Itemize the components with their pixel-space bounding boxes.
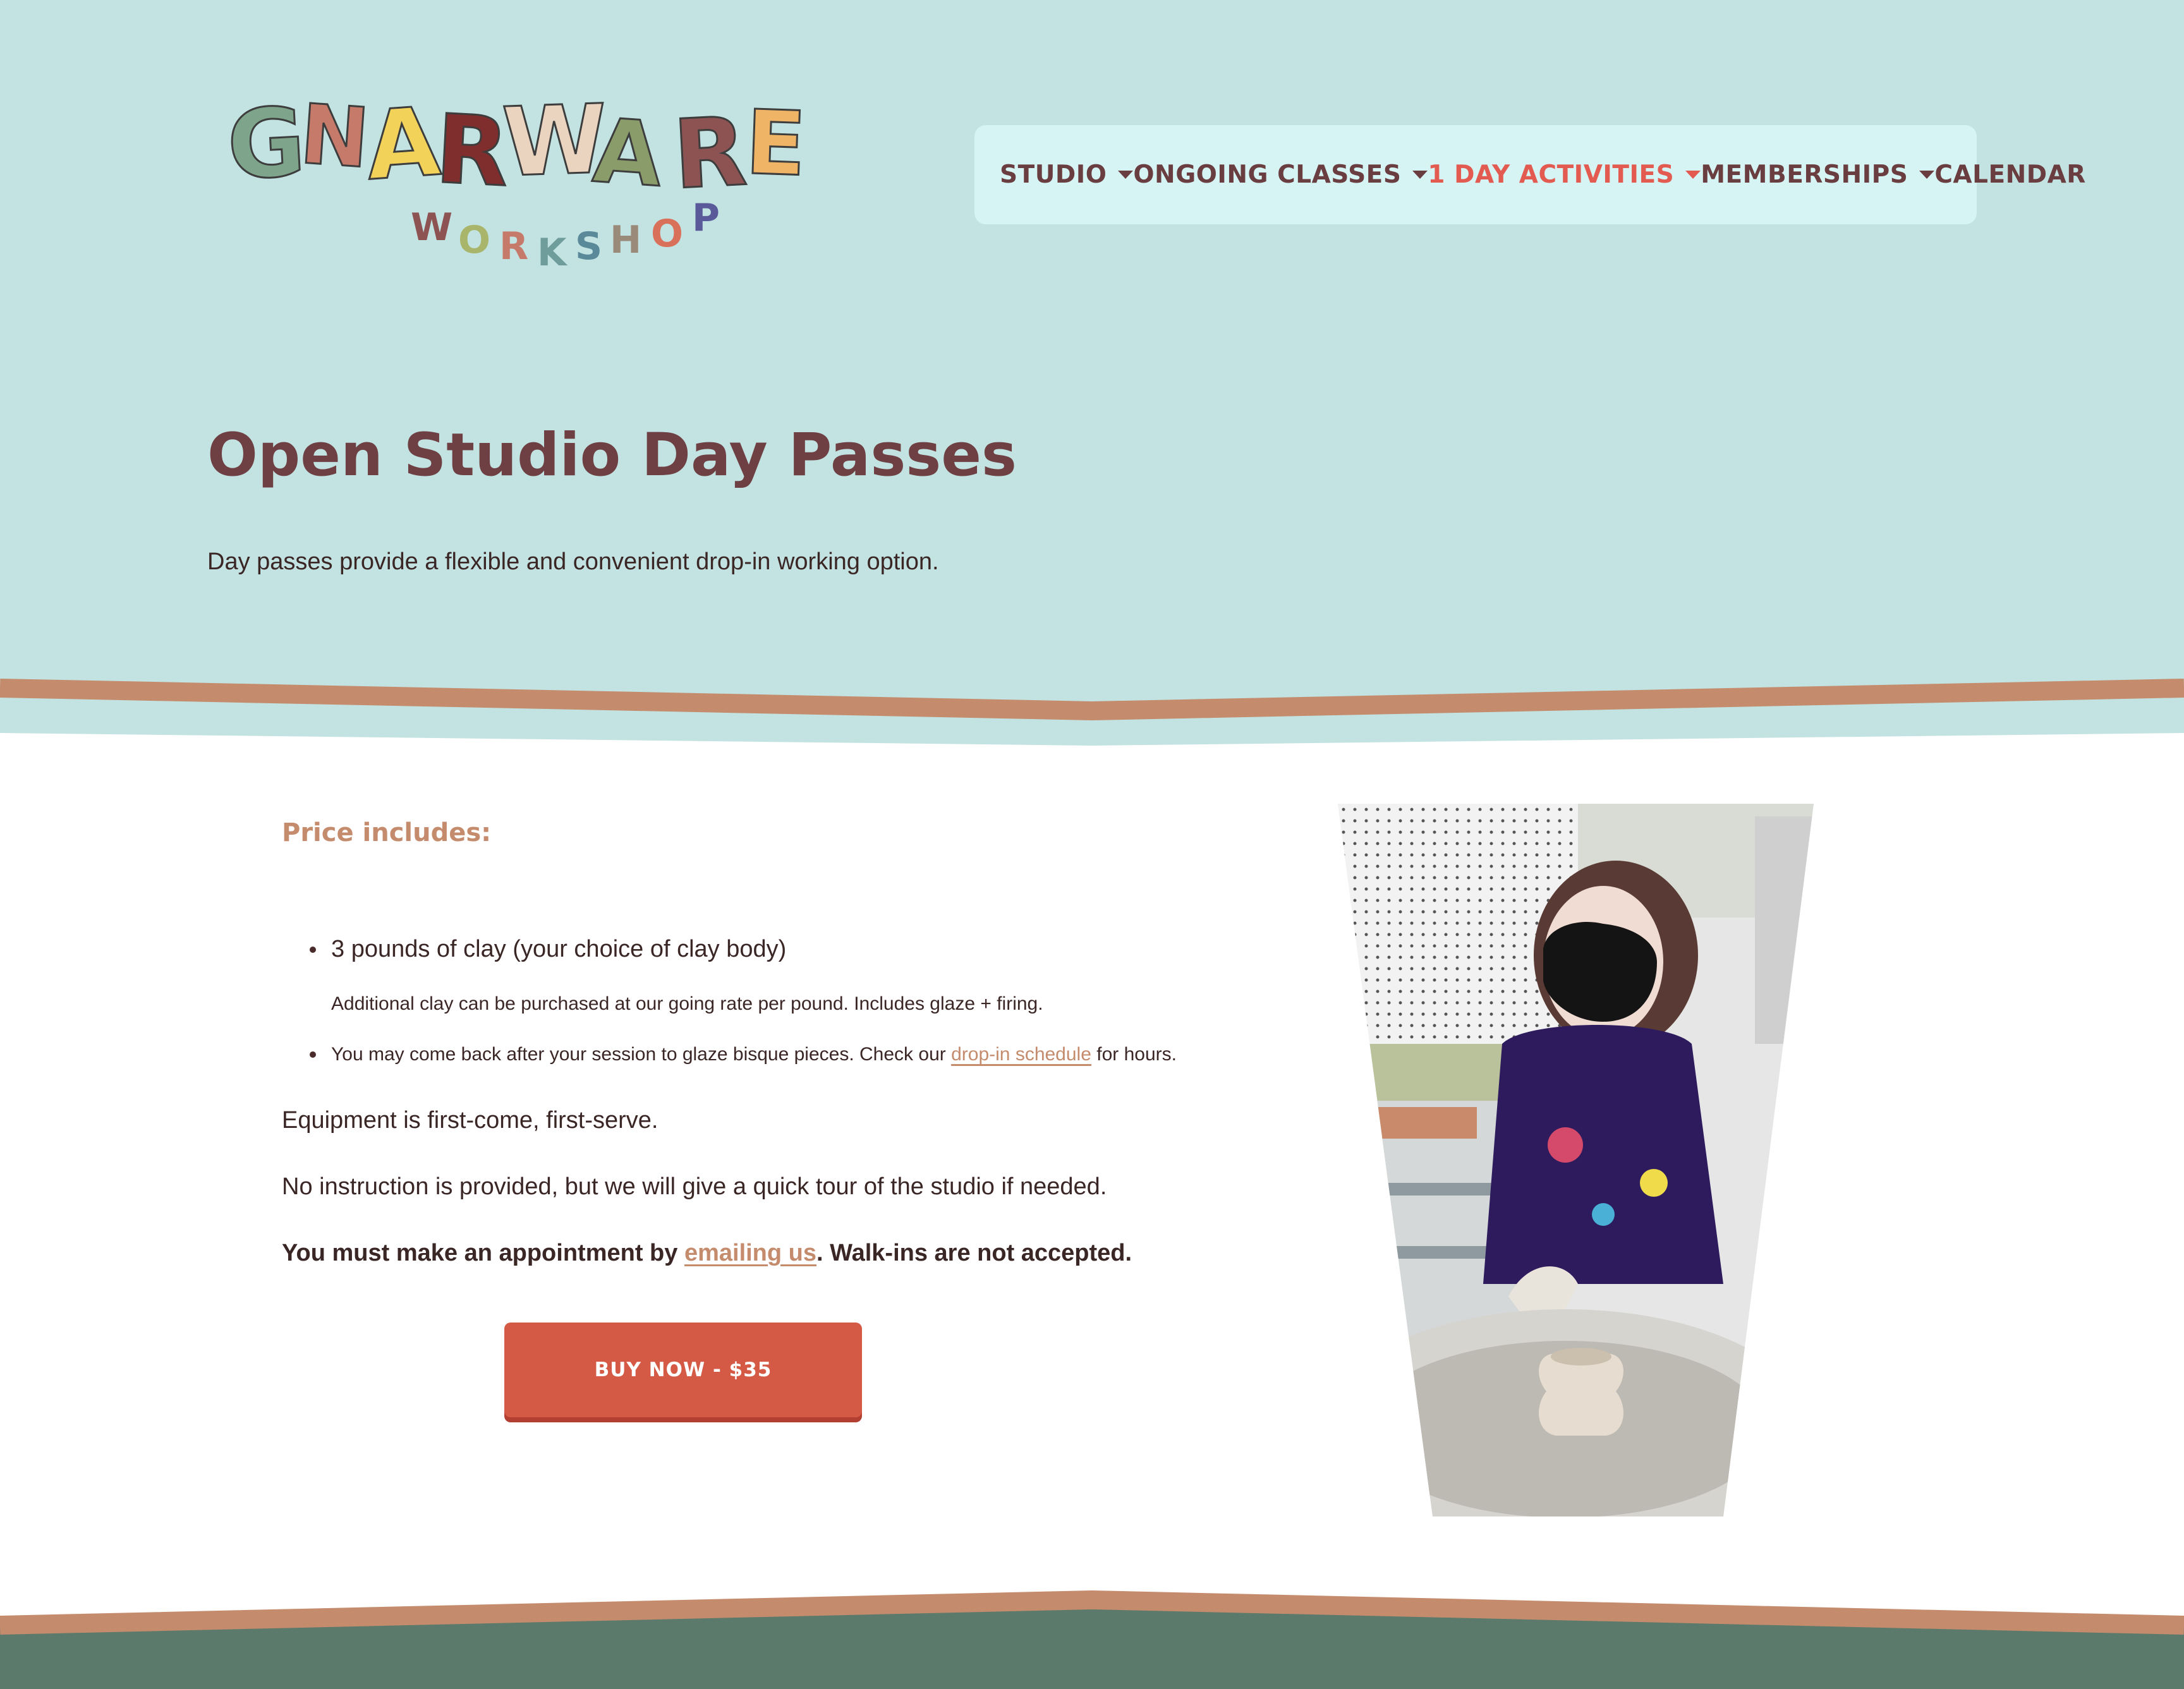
gnarware-logo[interactable]: G N A R W A R E W O R K S H O P	[221, 70, 840, 284]
svg-text:H: H	[610, 218, 641, 262]
svg-text:R: R	[433, 94, 511, 208]
bullet-icon	[310, 1051, 316, 1058]
list-item-text: You may come back after your session to …	[331, 1044, 952, 1065]
svg-text:N: N	[297, 86, 372, 186]
nav-item-calendar-label: CALENDAR	[1934, 160, 2086, 189]
clay-note: Additional clay can be purchased at our …	[331, 993, 1043, 1014]
studio-photo	[1338, 804, 1814, 1516]
svg-text:P: P	[692, 196, 720, 240]
svg-text:A: A	[363, 87, 444, 202]
svg-text:K: K	[537, 231, 568, 275]
drop-in-schedule-link[interactable]: drop-in schedule	[951, 1044, 1091, 1065]
nav-item-1-day-activities[interactable]: 1 DAY ACTIVITIES	[1428, 160, 1701, 189]
nav-item-ongoing-classes[interactable]: ONGOING CLASSES	[1133, 160, 1428, 189]
svg-text:R: R	[499, 224, 528, 269]
price-includes-heading: Price includes:	[282, 818, 492, 847]
svg-text:O: O	[458, 218, 490, 262]
list-item: You may come back after your session to …	[282, 1044, 1230, 1065]
chevron-down-icon	[1919, 171, 1935, 179]
appointment-text-end: . Walk-ins are not accepted.	[816, 1240, 1132, 1266]
includes-list: 3 pounds of clay (your choice of clay bo…	[282, 936, 1230, 963]
list-item-text-end: for hours.	[1091, 1044, 1177, 1065]
nav-item-ongoing-classes-label: ONGOING CLASSES	[1133, 160, 1402, 189]
nav-item-memberships-label: MEMBERSHIPS	[1701, 160, 1908, 189]
list-item-text: 3 pounds of clay (your choice of clay bo…	[331, 936, 787, 962]
email-us-link[interactable]: emailing us	[684, 1240, 816, 1266]
nav-item-studio[interactable]: STUDIO	[1000, 160, 1134, 189]
page-subtitle: Day passes provide a flexible and conven…	[207, 548, 939, 575]
hero-wave-divider	[0, 676, 2184, 746]
instruction-note: No instruction is provided, but we will …	[282, 1173, 1107, 1200]
appointment-text: You must make an appointment by	[282, 1240, 684, 1266]
nav-item-calendar[interactable]: CALENDAR	[1934, 160, 2086, 189]
svg-text:S: S	[575, 224, 602, 269]
svg-text:E: E	[744, 92, 808, 197]
svg-text:O: O	[651, 212, 683, 256]
equipment-note: Equipment is first-come, first-serve.	[282, 1107, 658, 1134]
svg-text:G: G	[224, 87, 308, 201]
main-nav: STUDIO ONGOING CLASSES 1 DAY ACTIVITIES …	[974, 125, 2085, 224]
chevron-down-icon	[1685, 171, 1701, 179]
svg-text:A: A	[590, 100, 665, 207]
chevron-down-icon	[1118, 171, 1134, 179]
nav-item-studio-label: STUDIO	[1000, 160, 1107, 189]
buy-now-button[interactable]: BUY NOW - $35	[504, 1323, 862, 1417]
nav-item-1-day-activities-label: 1 DAY ACTIVITIES	[1428, 160, 1675, 189]
svg-text:R: R	[670, 97, 749, 210]
includes-list-2: You may come back after your session to …	[282, 1044, 1230, 1065]
nav-item-memberships[interactable]: MEMBERSHIPS	[1701, 160, 1935, 189]
svg-text:W: W	[411, 205, 452, 250]
price-details: Price includes: 3 pounds of clay (your c…	[282, 818, 1230, 1267]
page-title: Open Studio Day Passes	[207, 421, 1017, 490]
footer-section	[0, 1580, 2184, 1689]
appointment-note: You must make an appointment by emailing…	[282, 1240, 1230, 1267]
chevron-down-icon	[1412, 171, 1428, 179]
bullet-icon	[310, 946, 316, 953]
list-item: 3 pounds of clay (your choice of clay bo…	[282, 936, 1230, 963]
